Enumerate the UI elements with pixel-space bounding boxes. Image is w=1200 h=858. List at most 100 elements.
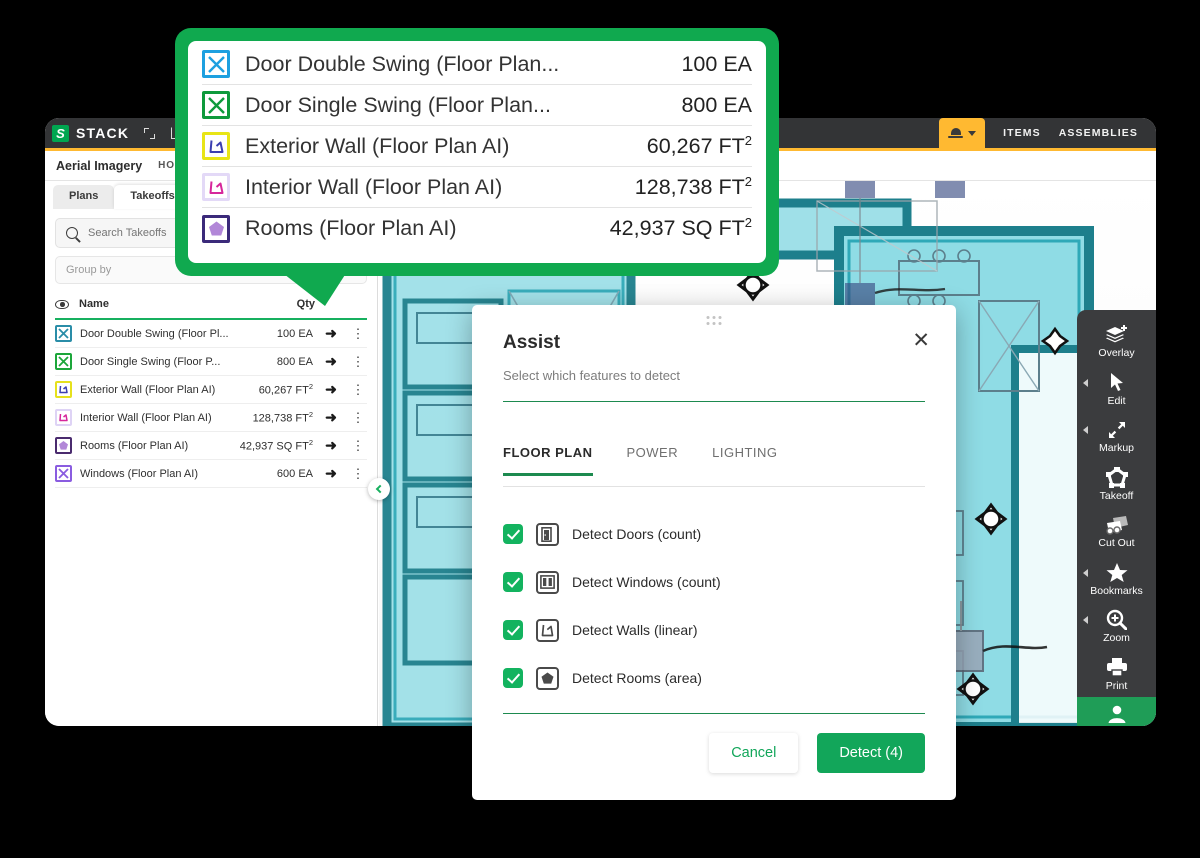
cut-out-icon xyxy=(1105,514,1129,535)
arrows-expand-icon xyxy=(1107,419,1127,440)
dialog-title: Assist xyxy=(503,332,561,353)
search-icon xyxy=(66,227,78,239)
table-row[interactable]: Door Single Swing (Floor P... 800 EA ➜ ⋮ xyxy=(55,348,367,376)
tool-edit[interactable]: Edit xyxy=(1077,365,1156,413)
checkbox-checked[interactable] xyxy=(503,524,523,544)
takeoff-qty: 60,267 FT2 xyxy=(258,382,313,397)
tool-cut-out[interactable]: Cut Out xyxy=(1077,507,1156,555)
checkbox-checked[interactable] xyxy=(503,620,523,640)
callout-item-qty: 128,738 FT2 xyxy=(634,173,752,200)
row-menu-icon[interactable]: ⋮ xyxy=(349,411,367,424)
topnav-items[interactable]: ITEMS xyxy=(1003,127,1041,139)
takeoff-name: Rooms (Floor Plan AI) xyxy=(80,439,189,452)
polyline-icon xyxy=(55,381,72,398)
takeoff-name: Exterior Wall (Floor Plan AI) xyxy=(80,383,216,396)
go-to-icon[interactable]: ➜ xyxy=(321,381,341,398)
checkbox-checked[interactable] xyxy=(503,572,523,592)
dialog-header: Assist ✕ xyxy=(503,330,930,354)
option-label: Detect Windows (count) xyxy=(572,574,721,590)
tool-overlay[interactable]: Overlay xyxy=(1077,317,1156,365)
dialog-drag-handle[interactable] xyxy=(706,316,722,325)
row-menu-icon[interactable]: ⋮ xyxy=(349,327,367,340)
row-menu-icon[interactable]: ⋮ xyxy=(349,355,367,368)
go-to-icon[interactable]: ➜ xyxy=(321,325,341,342)
tool-print[interactable]: Print xyxy=(1077,650,1156,698)
dialog-tabs: FLOOR PLAN POWER LIGHTING xyxy=(503,445,778,476)
tab-plans[interactable]: Plans xyxy=(53,185,115,209)
project-role-dropdown[interactable] xyxy=(939,118,986,148)
row-menu-icon[interactable]: ⋮ xyxy=(349,383,367,396)
dialog-actions: Cancel Detect (4) xyxy=(709,733,925,773)
go-to-icon[interactable]: ➜ xyxy=(321,353,341,370)
tool-assist[interactable]: Assist xyxy=(1077,697,1156,726)
callout-item-qty: 60,267 FT2 xyxy=(646,132,752,159)
callout-item-name: Door Single Swing (Floor Plan... xyxy=(245,92,551,117)
callout-item-name: Rooms (Floor Plan AI) xyxy=(245,216,457,240)
tab-lighting[interactable]: LIGHTING xyxy=(712,445,777,476)
topnav-assemblies[interactable]: ASSEMBLIES xyxy=(1059,127,1138,139)
cursor-icon xyxy=(1108,372,1126,393)
takeoff-list: Door Double Swing (Floor Pl... 100 EA ➜ … xyxy=(45,320,377,488)
tab-floor-plan[interactable]: FLOOR PLAN xyxy=(503,445,593,476)
divider xyxy=(503,713,925,714)
tool-zoom[interactable]: Zoom xyxy=(1077,602,1156,650)
option-detect-walls[interactable]: Detect Walls (linear) xyxy=(503,606,925,654)
close-icon[interactable]: ✕ xyxy=(912,330,930,351)
visibility-eye-icon[interactable] xyxy=(55,299,69,309)
tool-markup[interactable]: Markup xyxy=(1077,412,1156,460)
tool-bookmarks[interactable]: Bookmarks xyxy=(1077,555,1156,603)
table-row[interactable]: Door Double Swing (Floor Pl... 100 EA ➜ … xyxy=(55,320,367,348)
table-row[interactable]: Interior Wall (Floor Plan AI) 128,738 FT… xyxy=(55,404,367,432)
dialog-subtitle: Select which features to detect xyxy=(503,368,681,383)
list-item: Door Double Swing (Floor Plan... 100 EA xyxy=(202,44,752,85)
takeoff-name: Interior Wall (Floor Plan AI) xyxy=(80,411,212,424)
flyout-arrow-icon xyxy=(1083,568,1088,577)
x-mark-icon xyxy=(202,50,230,78)
divider xyxy=(503,401,925,402)
callout-item-qty: 42,937 SQ FT2 xyxy=(609,215,752,241)
fullscreen-icon[interactable] xyxy=(144,127,156,139)
takeoff-name: Windows (Floor Plan AI) xyxy=(80,467,198,480)
cancel-button[interactable]: Cancel xyxy=(709,733,799,773)
flyout-arrow-icon xyxy=(1083,426,1088,434)
collapse-panel-handle[interactable] xyxy=(368,478,390,500)
takeoff-name: Door Single Swing (Floor P... xyxy=(80,355,221,368)
divider xyxy=(503,486,925,487)
checkbox-checked[interactable] xyxy=(503,668,523,688)
tool-label: Takeoff xyxy=(1099,489,1134,502)
go-to-icon[interactable]: ➜ xyxy=(321,465,341,482)
brand-logo[interactable]: S STACK xyxy=(45,123,186,142)
tab-power[interactable]: POWER xyxy=(627,445,679,476)
pentagon-icon xyxy=(55,437,72,454)
stack-logo-icon: S xyxy=(52,124,69,142)
table-row[interactable]: Windows (Floor Plan AI) 600 EA ➜ ⋮ xyxy=(55,460,367,488)
go-to-icon[interactable]: ➜ xyxy=(321,437,341,454)
polyline-icon xyxy=(202,132,230,160)
column-header-qty: Qty xyxy=(296,298,315,310)
x-mark-icon xyxy=(202,91,230,119)
option-detect-doors[interactable]: Detect Doors (count) xyxy=(503,510,925,558)
flyout-arrow-icon xyxy=(1083,378,1088,387)
tool-label: Bookmarks xyxy=(1090,584,1143,597)
callout-item-qty: 100 EA xyxy=(681,51,752,76)
tool-label: Print xyxy=(1105,679,1128,692)
callout-content: Door Double Swing (Floor Plan... 100 EA … xyxy=(188,41,766,263)
list-item: Door Single Swing (Floor Plan... 800 EA xyxy=(202,85,752,126)
tool-takeoff[interactable]: Takeoff xyxy=(1077,460,1156,508)
flyout-arrow-icon xyxy=(1083,616,1088,624)
x-mark-icon xyxy=(55,465,72,482)
polyline-icon xyxy=(202,173,230,201)
table-row[interactable]: Exterior Wall (Floor Plan AI) 60,267 FT2… xyxy=(55,376,367,404)
list-item: Interior Wall (Floor Plan AI) 128,738 FT… xyxy=(202,167,752,208)
go-to-icon[interactable]: ➜ xyxy=(321,409,341,426)
window-icon xyxy=(536,570,559,594)
takeoff-qty: 42,937 SQ FT2 xyxy=(239,438,313,453)
right-toolbar: Overlay Edit Markup Takeoff Cut Out Book… xyxy=(1077,310,1156,726)
row-menu-icon[interactable]: ⋮ xyxy=(349,439,367,452)
pentagon-icon xyxy=(202,214,230,243)
table-row[interactable]: Rooms (Floor Plan AI) 42,937 SQ FT2 ➜ ⋮ xyxy=(55,432,367,460)
row-menu-icon[interactable]: ⋮ xyxy=(349,467,367,480)
detect-button[interactable]: Detect (4) xyxy=(817,733,925,773)
option-detect-rooms[interactable]: Detect Rooms (area) xyxy=(503,654,925,702)
option-detect-windows[interactable]: Detect Windows (count) xyxy=(503,558,925,606)
